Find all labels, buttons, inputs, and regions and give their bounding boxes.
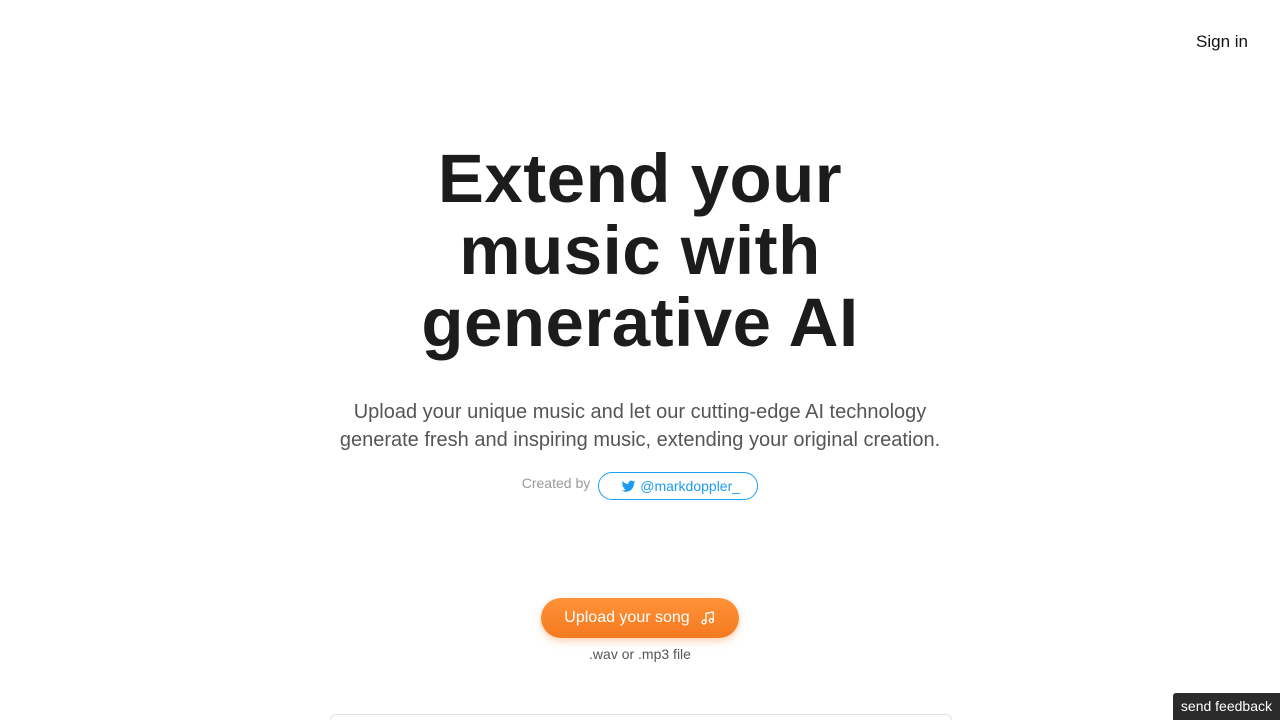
hero-subtitle: Upload your unique music and let our cut…	[0, 398, 1280, 454]
music-note-icon	[700, 610, 716, 626]
created-by-label: Created by	[521, 475, 591, 491]
credit-row: Created by @markdoppler_	[0, 472, 1280, 500]
twitter-handle-link[interactable]: @markdoppler_	[598, 472, 759, 500]
upload-song-button[interactable]: Upload your song	[541, 598, 739, 638]
send-feedback-button[interactable]: send feedback	[1172, 693, 1280, 720]
twitter-bird-icon	[621, 479, 636, 494]
hero-title-line-1: Extend your	[437, 140, 843, 217]
sign-in-link[interactable]: Sign in	[1196, 32, 1248, 52]
page: Sign in Extend your music with generativ…	[0, 0, 1280, 720]
hero-title-line-3: generative AI	[421, 284, 859, 361]
twitter-handle-text: @markdoppler_	[640, 478, 741, 494]
file-type-hint: .wav or .mp3 file	[589, 646, 691, 662]
hero-subtitle-line-1: Upload your unique music and let our cut…	[353, 401, 927, 423]
hero-subtitle-line-2: generate fresh and inspiring music, exte…	[339, 429, 941, 451]
content-card	[330, 714, 952, 720]
upload-song-label: Upload your song	[564, 609, 690, 626]
hero-title-line-2: music with	[459, 212, 821, 289]
hero-title: Extend your music with generative AI	[0, 143, 1280, 359]
